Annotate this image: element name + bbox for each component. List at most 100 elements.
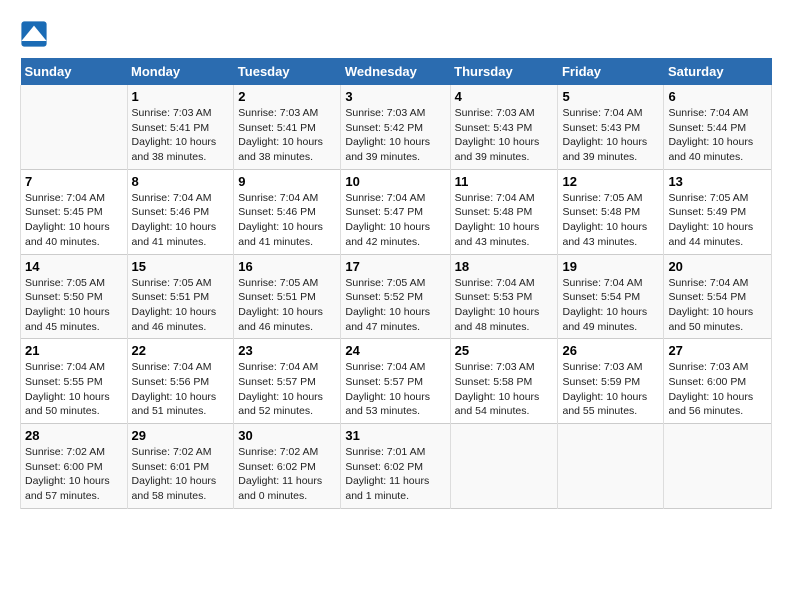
day-info: Sunrise: 7:04 AM Sunset: 5:54 PM Dayligh… (668, 276, 767, 335)
day-info: Sunrise: 7:04 AM Sunset: 5:56 PM Dayligh… (132, 360, 230, 419)
header-row: SundayMondayTuesdayWednesdayThursdayFrid… (21, 58, 772, 85)
day-info: Sunrise: 7:04 AM Sunset: 5:47 PM Dayligh… (345, 191, 445, 250)
day-info: Sunrise: 7:03 AM Sunset: 5:43 PM Dayligh… (455, 106, 554, 165)
day-number: 28 (25, 428, 123, 443)
day-info: Sunrise: 7:05 AM Sunset: 5:48 PM Dayligh… (562, 191, 659, 250)
calendar-cell: 31 Sunrise: 7:01 AM Sunset: 6:02 PM Dayli… (341, 424, 450, 509)
day-number: 27 (668, 343, 767, 358)
day-info: Sunrise: 7:05 AM Sunset: 5:51 PM Dayligh… (132, 276, 230, 335)
column-header-saturday: Saturday (664, 58, 772, 85)
calendar-cell: 5 Sunrise: 7:04 AM Sunset: 5:43 PM Daylig… (558, 85, 664, 169)
day-info: Sunrise: 7:02 AM Sunset: 6:00 PM Dayligh… (25, 445, 123, 504)
week-row-4: 21 Sunrise: 7:04 AM Sunset: 5:55 PM Dayli… (21, 339, 772, 424)
day-number: 5 (562, 89, 659, 104)
calendar-table: SundayMondayTuesdayWednesdayThursdayFrid… (20, 58, 772, 509)
column-header-monday: Monday (127, 58, 234, 85)
calendar-cell: 7 Sunrise: 7:04 AM Sunset: 5:45 PM Daylig… (21, 169, 128, 254)
calendar-body: 1 Sunrise: 7:03 AM Sunset: 5:41 PM Daylig… (21, 85, 772, 508)
day-number: 1 (132, 89, 230, 104)
day-number: 15 (132, 259, 230, 274)
day-number: 25 (455, 343, 554, 358)
calendar-cell: 23Sunrise: 7:04 AM Sunset: 5:57 PM Dayli… (234, 339, 341, 424)
calendar-cell: 3Sunrise: 7:03 AM Sunset: 5:42 PM Daylig… (341, 85, 450, 169)
calendar-cell: 16Sunrise: 7:05 AM Sunset: 5:51 PM Dayli… (234, 254, 341, 339)
day-info: Sunrise: 7:05 AM Sunset: 5:50 PM Dayligh… (25, 276, 123, 335)
day-number: 29 (132, 428, 230, 443)
day-number: 4 (455, 89, 554, 104)
column-header-wednesday: Wednesday (341, 58, 450, 85)
day-info: Sunrise: 7:04 AM Sunset: 5:54 PM Dayligh… (562, 276, 659, 335)
day-info: Sunrise: 7:04 AM Sunset: 5:48 PM Dayligh… (455, 191, 554, 250)
day-number: 23 (238, 343, 336, 358)
calendar-cell: 29 Sunrise: 7:02 AM Sunset: 6:01 PM Dayli… (127, 424, 234, 509)
calendar-cell: 17 Sunrise: 7:05 AM Sunset: 5:52 PM Dayli… (341, 254, 450, 339)
calendar-cell: 20 Sunrise: 7:04 AM Sunset: 5:54 PM Dayli… (664, 254, 772, 339)
day-number: 16 (238, 259, 336, 274)
logo-icon (20, 20, 48, 48)
calendar-cell: 12 Sunrise: 7:05 AM Sunset: 5:48 PM Dayli… (558, 169, 664, 254)
day-info: Sunrise: 7:05 AM Sunset: 5:49 PM Dayligh… (668, 191, 767, 250)
day-number: 31 (345, 428, 445, 443)
calendar-cell: 18Sunrise: 7:04 AM Sunset: 5:53 PM Dayli… (450, 254, 558, 339)
calendar-cell: 10 Sunrise: 7:04 AM Sunset: 5:47 PM Dayli… (341, 169, 450, 254)
column-header-thursday: Thursday (450, 58, 558, 85)
day-number: 10 (345, 174, 445, 189)
logo (20, 20, 52, 48)
calendar-cell: 30 Sunrise: 7:02 AM Sunset: 6:02 PM Dayli… (234, 424, 341, 509)
page-header (20, 20, 772, 48)
day-number: 14 (25, 259, 123, 274)
day-info: Sunrise: 7:04 AM Sunset: 5:45 PM Dayligh… (25, 191, 123, 250)
day-number: 20 (668, 259, 767, 274)
day-number: 21 (25, 343, 123, 358)
day-number: 8 (132, 174, 230, 189)
day-info: Sunrise: 7:03 AM Sunset: 5:41 PM Dayligh… (132, 106, 230, 165)
calendar-cell: 22 Sunrise: 7:04 AM Sunset: 5:56 PM Dayli… (127, 339, 234, 424)
calendar-cell: 14 Sunrise: 7:05 AM Sunset: 5:50 PM Dayli… (21, 254, 128, 339)
day-number: 11 (455, 174, 554, 189)
day-number: 26 (562, 343, 659, 358)
day-number: 13 (668, 174, 767, 189)
week-row-2: 7 Sunrise: 7:04 AM Sunset: 5:45 PM Daylig… (21, 169, 772, 254)
day-info: Sunrise: 7:04 AM Sunset: 5:46 PM Dayligh… (238, 191, 336, 250)
calendar-cell: 1 Sunrise: 7:03 AM Sunset: 5:41 PM Daylig… (127, 85, 234, 169)
day-number: 24 (345, 343, 445, 358)
calendar-cell (664, 424, 772, 509)
day-number: 19 (562, 259, 659, 274)
day-info: Sunrise: 7:01 AM Sunset: 6:02 PM Dayligh… (345, 445, 445, 504)
calendar-cell: 19 Sunrise: 7:04 AM Sunset: 5:54 PM Dayli… (558, 254, 664, 339)
calendar-cell: 2Sunrise: 7:03 AM Sunset: 5:41 PM Daylig… (234, 85, 341, 169)
day-number: 22 (132, 343, 230, 358)
calendar-cell (558, 424, 664, 509)
calendar-cell (21, 85, 128, 169)
day-info: Sunrise: 7:04 AM Sunset: 5:57 PM Dayligh… (345, 360, 445, 419)
column-header-sunday: Sunday (21, 58, 128, 85)
calendar-header: SundayMondayTuesdayWednesdayThursdayFrid… (21, 58, 772, 85)
day-info: Sunrise: 7:03 AM Sunset: 6:00 PM Dayligh… (668, 360, 767, 419)
day-info: Sunrise: 7:04 AM Sunset: 5:55 PM Dayligh… (25, 360, 123, 419)
column-header-friday: Friday (558, 58, 664, 85)
day-number: 18 (455, 259, 554, 274)
column-header-tuesday: Tuesday (234, 58, 341, 85)
week-row-5: 28 Sunrise: 7:02 AM Sunset: 6:00 PM Dayli… (21, 424, 772, 509)
day-info: Sunrise: 7:03 AM Sunset: 5:42 PM Dayligh… (345, 106, 445, 165)
calendar-cell: 11 Sunrise: 7:04 AM Sunset: 5:48 PM Dayli… (450, 169, 558, 254)
calendar-cell: 26 Sunrise: 7:03 AM Sunset: 5:59 PM Dayli… (558, 339, 664, 424)
day-number: 2 (238, 89, 336, 104)
day-info: Sunrise: 7:05 AM Sunset: 5:52 PM Dayligh… (345, 276, 445, 335)
day-number: 17 (345, 259, 445, 274)
calendar-cell: 4 Sunrise: 7:03 AM Sunset: 5:43 PM Daylig… (450, 85, 558, 169)
day-info: Sunrise: 7:04 AM Sunset: 5:43 PM Dayligh… (562, 106, 659, 165)
calendar-cell: 8Sunrise: 7:04 AM Sunset: 5:46 PM Daylig… (127, 169, 234, 254)
day-number: 12 (562, 174, 659, 189)
week-row-1: 1 Sunrise: 7:03 AM Sunset: 5:41 PM Daylig… (21, 85, 772, 169)
day-info: Sunrise: 7:02 AM Sunset: 6:02 PM Dayligh… (238, 445, 336, 504)
day-info: Sunrise: 7:04 AM Sunset: 5:44 PM Dayligh… (668, 106, 767, 165)
day-info: Sunrise: 7:03 AM Sunset: 5:59 PM Dayligh… (562, 360, 659, 419)
day-info: Sunrise: 7:02 AM Sunset: 6:01 PM Dayligh… (132, 445, 230, 504)
day-number: 30 (238, 428, 336, 443)
calendar-cell: 6 Sunrise: 7:04 AM Sunset: 5:44 PM Daylig… (664, 85, 772, 169)
calendar-cell: 21 Sunrise: 7:04 AM Sunset: 5:55 PM Dayli… (21, 339, 128, 424)
day-number: 6 (668, 89, 767, 104)
day-number: 7 (25, 174, 123, 189)
calendar-cell: 25Sunrise: 7:03 AM Sunset: 5:58 PM Dayli… (450, 339, 558, 424)
